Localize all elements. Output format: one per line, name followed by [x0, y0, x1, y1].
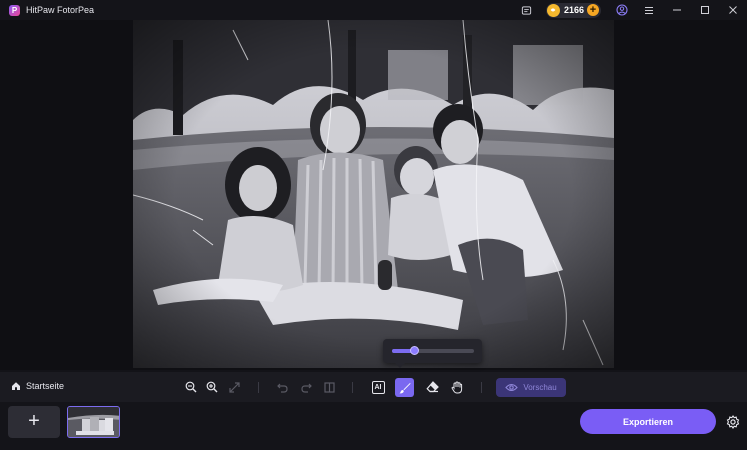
brush-icon: [399, 382, 411, 393]
eraser-tool-button[interactable]: [423, 378, 441, 396]
title-bar: P HitPaw FotorPea 2166 +: [0, 0, 747, 20]
redo-button[interactable]: [297, 378, 315, 396]
maximize-button[interactable]: [691, 0, 719, 20]
add-credits-button[interactable]: +: [587, 4, 599, 16]
slider-thumb[interactable]: [410, 346, 420, 355]
brush-size-popup: [383, 339, 482, 363]
add-image-button[interactable]: +: [8, 406, 60, 438]
compare-icon: [323, 381, 335, 393]
hand-tool-button[interactable]: [448, 378, 466, 396]
bottom-bar: + Exportieren: [0, 402, 747, 450]
hand-icon: [451, 380, 463, 393]
ai-label: AI: [371, 380, 385, 394]
ai-select-button[interactable]: AI: [369, 378, 387, 396]
preview-button[interactable]: Vorschau: [496, 378, 566, 397]
popup-arrow: [395, 363, 405, 368]
expand-icon: [228, 381, 240, 393]
zoom-out-button[interactable]: [182, 378, 200, 396]
account-icon[interactable]: [615, 3, 629, 17]
image-thumbnail[interactable]: [67, 406, 120, 438]
undo-icon: [276, 383, 288, 393]
gear-icon: [726, 414, 739, 429]
redo-icon: [300, 383, 312, 393]
compare-button[interactable]: [320, 378, 338, 396]
home-label: Startseite: [26, 381, 65, 391]
messages-icon[interactable]: [520, 3, 534, 17]
zoom-in-icon: [206, 381, 218, 393]
export-button[interactable]: Exportieren: [580, 409, 716, 434]
undo-button[interactable]: [273, 378, 291, 396]
edited-photo[interactable]: [133, 20, 614, 368]
app-title: HitPaw FotorPea: [26, 5, 95, 15]
zoom-in-button[interactable]: [203, 378, 221, 396]
toolbar-divider: [481, 382, 482, 393]
menu-icon[interactable]: [635, 0, 663, 20]
coin-icon: [546, 3, 560, 17]
credits-count: 2166: [563, 5, 584, 15]
credits-badge[interactable]: 2166 +: [545, 2, 601, 18]
home-icon: [12, 382, 20, 390]
settings-button[interactable]: [725, 414, 740, 429]
toolbar-divider: [258, 382, 259, 393]
app-logo: P: [9, 4, 20, 16]
minimize-button[interactable]: [663, 0, 691, 20]
close-button[interactable]: [719, 0, 747, 20]
eye-icon: [505, 383, 519, 392]
toolbar-divider: [352, 382, 353, 393]
preview-label: Vorschau: [523, 383, 557, 392]
editor-toolbar: Startseite AI Vorschau: [0, 372, 747, 402]
zoom-out-icon: [185, 381, 197, 393]
fit-screen-button[interactable]: [225, 378, 243, 396]
editor-canvas[interactable]: [0, 20, 747, 370]
eraser-icon: [425, 381, 439, 393]
brush-size-slider[interactable]: [392, 346, 474, 355]
brush-tool-button[interactable]: [395, 378, 414, 397]
home-link[interactable]: Startseite: [11, 381, 64, 391]
